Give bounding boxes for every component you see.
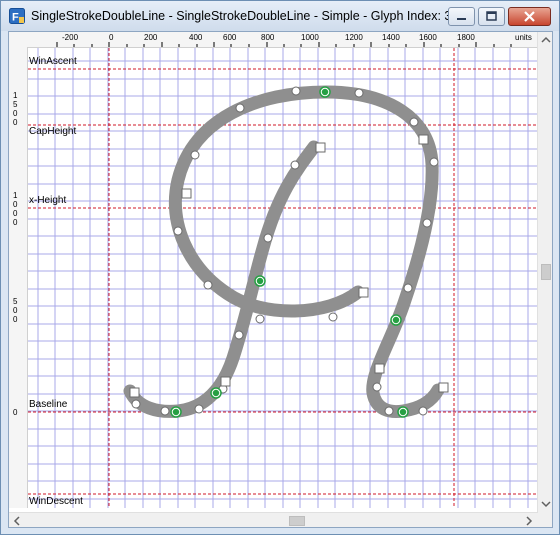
vertical-ruler: 1 5 0 0 1 0 0 0 5 0 0 0 [9, 47, 28, 508]
ruler-tick-label: -200 [62, 33, 79, 42]
ruler-tick-label: 1000 [301, 33, 319, 42]
ruler-tick-label: 1 0 0 0 [13, 191, 18, 227]
grid [28, 48, 537, 508]
ruler-tick-label: 1800 [457, 33, 475, 42]
ruler-tick-label: 200 [144, 33, 158, 42]
ruler-tick-label: 1600 [419, 33, 437, 42]
ruler-tick-label: 600 [223, 33, 237, 42]
ruler-tick-label: 1200 [345, 33, 363, 42]
window-title: SingleStrokeDoubleLine - SingleStrokeDou… [31, 9, 473, 23]
cap-height-label: CapHeight [29, 126, 77, 137]
ruler-tick-label: 0 [13, 408, 18, 417]
vertical-scroll-thumb[interactable] [541, 264, 551, 280]
glyph-editor-window: F SingleStrokeDoubleLine - SingleStrokeD… [0, 0, 560, 535]
restore-icon [486, 11, 497, 21]
restore-button[interactable] [478, 7, 505, 26]
font-editor-icon: F [9, 8, 25, 24]
scroll-down-icon[interactable] [538, 496, 553, 512]
minimize-icon [457, 18, 466, 20]
scroll-up-icon[interactable] [538, 32, 553, 48]
ruler-tick-label: 1 5 0 0 [13, 91, 18, 127]
ruler-tick-label: 800 [261, 33, 275, 42]
scroll-left-icon[interactable] [9, 513, 25, 528]
win-descent-label: WinDescent [29, 496, 83, 507]
close-icon [524, 11, 535, 22]
close-button[interactable] [508, 7, 551, 26]
x-height-label: x-Height [29, 195, 67, 206]
horizontal-scrollbar[interactable] [9, 512, 537, 528]
win-ascent-label: WinAscent [29, 56, 77, 67]
vertical-scrollbar[interactable] [537, 32, 553, 513]
ruler-tick-label: 0 [109, 33, 114, 42]
minimize-button[interactable] [448, 7, 475, 26]
scrollbar-corner [537, 513, 552, 527]
title-bar[interactable]: F SingleStrokeDoubleLine - SingleStrokeD… [1, 1, 559, 31]
glyph-canvas[interactable] [28, 48, 537, 508]
horizontal-ruler: -200 0 200 400 600 800 1000 1200 1400 16… [9, 32, 537, 48]
scroll-right-icon[interactable] [521, 513, 537, 528]
ruler-tick-label: 1400 [382, 33, 400, 42]
svg-text:F: F [12, 12, 19, 24]
ruler-tick-label: 400 [189, 33, 203, 42]
baseline-label: Baseline [29, 399, 68, 410]
glyph-view: -200 0 200 400 600 800 1000 1200 1400 16… [8, 31, 553, 528]
glyph-outline[interactable] [123, 85, 445, 418]
horizontal-scroll-thumb[interactable] [289, 516, 305, 526]
ruler-tick-label: 5 0 0 [13, 297, 18, 324]
units-label: units [515, 33, 532, 42]
left-stroke [123, 140, 321, 418]
loop-stroke [168, 85, 445, 418]
